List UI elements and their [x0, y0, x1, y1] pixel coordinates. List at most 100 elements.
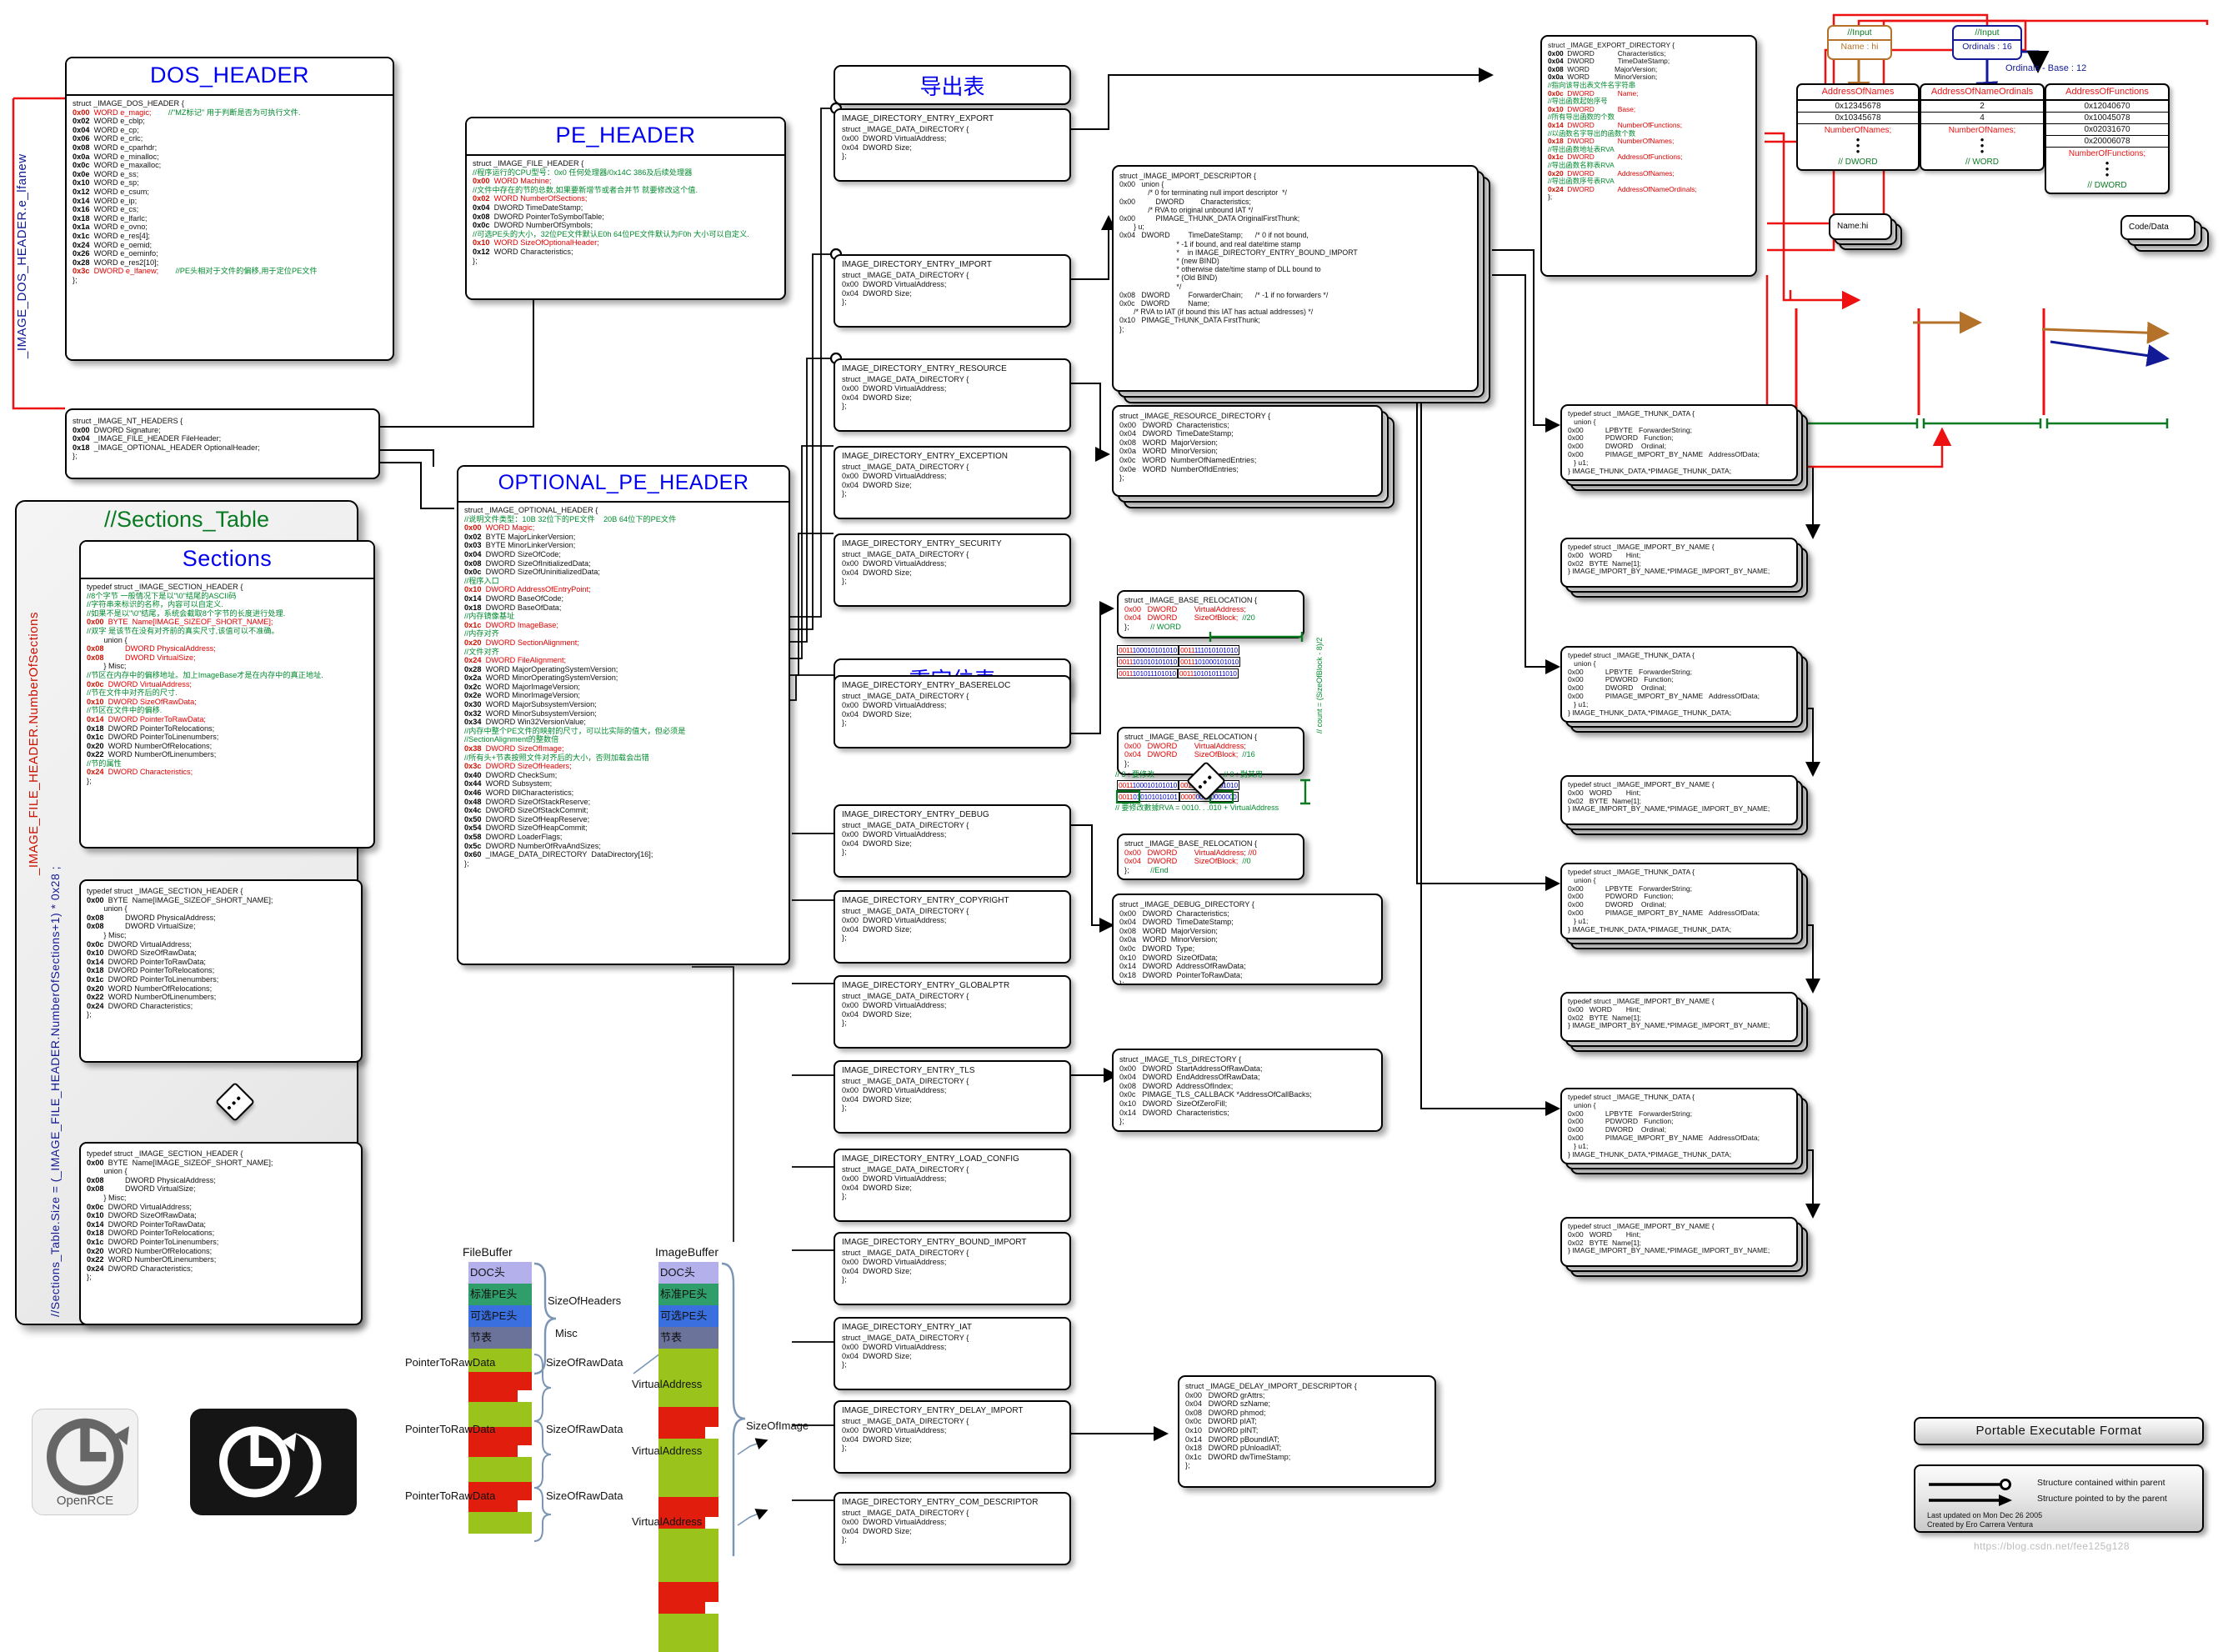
- struct-text: 0x0e WORD NumberOfIdEntries;: [1119, 465, 1376, 474]
- struct-text: 0x0c PIMAGE_TLS_CALLBACK *AddressOfCallB…: [1119, 1090, 1376, 1099]
- struct-text: 0x08 DWORD AddressOfIndex;: [1119, 1082, 1376, 1091]
- struct-text: 0x18 DWORD PointerToRawData;: [1119, 971, 1376, 980]
- export-table-header: AddressOfNames: [1798, 85, 1918, 101]
- struct-decl: typedef struct _IMAGE_THUNK_DATA {: [1568, 869, 1791, 877]
- data-directory-entry: IMAGE_DIRECTORY_ENTRY_TLSstruct _IMAGE_D…: [834, 1060, 1071, 1134]
- struct-text: } IMAGE_THUNK_DATA,*PIMAGE_THUNK_DATA;: [1568, 468, 1791, 476]
- struct-field: 0x00 BYTE Name[IMAGE_SIZEOF_SHORT_NAME];: [87, 1159, 356, 1168]
- delay-import-descriptor-card: struct _IMAGE_DELAY_IMPORT_DESCRIPTOR {0…: [1178, 1375, 1436, 1488]
- data-directory-body: struct _IMAGE_DATA_DIRECTORY { 0x00 DWOR…: [835, 992, 1069, 1031]
- dos-header-title: DOS_HEADER: [67, 58, 393, 96]
- relocation-bits-left: 0011101011101010: [1117, 668, 1178, 678]
- struct-field: 0x48 DWORD SizeOfStackReserve;: [464, 798, 784, 807]
- struct-field: 0x22 WORD NumberOfLinenumbers;: [87, 750, 368, 759]
- struct-comment: //内存镜像基址: [464, 612, 784, 621]
- struct-text: };: [1119, 1117, 1376, 1126]
- data-directory-body: struct _IMAGE_DATA_DIRECTORY { 0x00 DWOR…: [835, 1417, 1069, 1456]
- struct-field: 0x08 DWORD VirtualSize;: [87, 922, 356, 931]
- virtual-address-label-2: VirtualAddress: [632, 1444, 702, 1457]
- struct-field: 0x08 DWORD VirtualSize;: [87, 1184, 356, 1194]
- data-directory-entry: IMAGE_DIRECTORY_ENTRY_DEBUGstruct _IMAGE…: [834, 804, 1071, 878]
- data-directory-name: IMAGE_DIRECTORY_ENTRY_IMPORT: [835, 256, 1069, 271]
- filebuffer-label: FileBuffer: [463, 1245, 513, 1259]
- data-directory-entry: IMAGE_DIRECTORY_ENTRY_BASERELOCstruct _I…: [834, 675, 1071, 748]
- optional-pe-header-card: OPTIONAL_PE_HEADER struct _IMAGE_OPTIONA…: [457, 465, 790, 965]
- struct-comment: //8个字节 一般情况下是以"\0"结尾的ASCII码: [87, 592, 368, 601]
- buffer-raw-segment: [658, 1602, 705, 1614]
- struct-comment: //说明文件类型：10B 32位下的PE文件 20B 64位下的PE文件: [464, 515, 784, 524]
- struct-text: };: [87, 777, 368, 786]
- data-directory-body: struct _IMAGE_DATA_DIRECTORY { 0x00 DWOR…: [835, 1249, 1069, 1288]
- data-directory-body: struct _IMAGE_DATA_DIRECTORY { 0x00 DWOR…: [835, 1165, 1069, 1204]
- struct-text: /* 0 for terminating null import descrip…: [1119, 188, 1472, 197]
- struct-text: } Misc;: [87, 931, 356, 940]
- export-table-header: AddressOfFunctions: [2046, 85, 2168, 101]
- struct-field: 0x00 DWORD VirtualAddress; //0: [1124, 849, 1298, 858]
- size-of-image-label: SizeOfImage: [746, 1419, 809, 1432]
- import-by-name-body: typedef struct _IMAGE_IMPORT_BY_NAME {0x…: [1562, 994, 1796, 1034]
- struct-text: };: [87, 1273, 356, 1282]
- struct-text: 0x18 DWORD pUnloadIAT;: [1185, 1444, 1429, 1453]
- openrce-logo: OpenRCE: [32, 1409, 138, 1515]
- export-table-title-card: 导出表: [834, 65, 1071, 105]
- struct-field: 0x00 DWORD VirtualAddress;: [1124, 742, 1298, 751]
- buffer-raw-segment: [468, 1372, 532, 1390]
- struct-field: 0x03 BYTE MinorLinkerVersion;: [464, 541, 784, 550]
- legend-title-box: Portable Executable Format: [1914, 1417, 2204, 1445]
- struct-comment: //双字 是该节在没有对齐前的真实尺寸,该值可以不准确。: [87, 627, 368, 636]
- struct-field: 0x20 WORD NumberOfRelocations;: [87, 742, 368, 751]
- struct-comment: //文件中存在的节的总数,如果要新增节或者合并节 就要修改这个值.: [473, 186, 779, 195]
- codedata-box-label: Code/Data: [2122, 217, 2194, 232]
- struct-text: 0x04 DWORD EndAddressOfRawData;: [1119, 1073, 1376, 1082]
- sections-main-body: typedef struct _IMAGE_SECTION_HEADER {//…: [81, 579, 373, 790]
- data-directory-entry: IMAGE_DIRECTORY_ENTRY_LOAD_CONFIGstruct …: [834, 1149, 1071, 1222]
- data-directory-entry: IMAGE_DIRECTORY_ENTRY_EXPORTstruct _IMAG…: [834, 108, 1071, 182]
- struct-text: struct _IMAGE_DEBUG_DIRECTORY {: [1119, 900, 1376, 909]
- struct-field: 0x54 DWORD SizeOfHeapCommit;: [464, 823, 784, 833]
- struct-field: 0x0c DWORD NumberOfSymbols;: [473, 221, 779, 230]
- struct-text: 0x10 DWORD pINT;: [1185, 1426, 1429, 1435]
- data-directory-body: struct _IMAGE_DATA_DIRECTORY { 0x00 DWOR…: [835, 1077, 1069, 1116]
- struct-text: };: [73, 276, 388, 285]
- ellipsis-dots: •••: [1921, 135, 2043, 157]
- struct-text: } IMAGE_IMPORT_BY_NAME,*PIMAGE_IMPORT_BY…: [1568, 1022, 1791, 1030]
- relocation-bits-row: 00111010111010100011101010111010: [1117, 668, 1239, 678]
- struct-text: * (Old BIND): [1119, 273, 1472, 282]
- struct-text: 0x00 DWORD Characteristics;: [1119, 909, 1376, 919]
- relocation-bits-left: 0011101010101010: [1117, 657, 1179, 667]
- struct-comment: //节区在文件中的偏移.: [87, 706, 368, 715]
- struct-field: 0x14 DWORD PointerToRawData;: [87, 1220, 356, 1229]
- data-directory-entry: IMAGE_DIRECTORY_ENTRY_EXCEPTIONstruct _I…: [834, 446, 1071, 519]
- struct-field: 0x2c WORD MajorImageVersion;: [464, 683, 784, 692]
- struct-text: 0x00 DWORD Characteristics;: [1119, 198, 1472, 206]
- struct-text: }; // WORD: [1124, 623, 1298, 632]
- struct-field: 0x04 WORD e_cp;: [73, 126, 388, 135]
- sections-count-vlabel: _IMAGE_FILE_HEADER.NumberOfSections: [27, 612, 41, 875]
- input-name-title: //Input: [1829, 27, 1890, 41]
- struct-text: * otherwise date/time stamp of DLL bound…: [1119, 265, 1472, 273]
- struct-text: 0x0c WORD NumberOfNamedEntries;: [1119, 456, 1376, 465]
- struct-text: } u;: [1119, 223, 1472, 231]
- export-table-row: 0x10045078: [2046, 113, 2168, 124]
- struct-text: }; //End: [1124, 866, 1298, 875]
- input-ordinals-title: //Input: [1954, 27, 2020, 41]
- import-descriptor-body: struct _IMAGE_IMPORT_DESCRIPTOR {0x00 un…: [1114, 167, 1477, 338]
- struct-text: 0x04 DWORD szName;: [1185, 1399, 1429, 1409]
- export-table: AddressOfNameOrdinals24NumberOfNames;•••…: [1920, 83, 2045, 171]
- struct-field: 0x00 BYTE Name[IMAGE_SIZEOF_SHORT_NAME];: [87, 896, 356, 905]
- relocation-bits-row: 00111000101010100011111010101010: [1117, 645, 1239, 655]
- struct-field: 0x0a WORD e_minalloc;: [73, 153, 388, 162]
- data-directory-name: IMAGE_DIRECTORY_ENTRY_SECURITY: [835, 535, 1069, 550]
- legend-author: Created by Ero Carrera Ventura: [1927, 1520, 2033, 1529]
- buffer-raw-segment: [468, 1500, 518, 1512]
- struct-field: 0x0c WORD e_maxalloc;: [73, 161, 388, 170]
- dos-header-vlabel: _IMAGE_DOS_HEADER.e_lfanew: [15, 153, 29, 358]
- buffer-pad-segment: [468, 1512, 532, 1534]
- struct-decl: typedef struct _IMAGE_THUNK_DATA {: [1568, 652, 1791, 660]
- struct-comment: //内存中整个PE文件的映射的尺寸，可以比实际的值大，但必须是: [464, 727, 784, 736]
- struct-field: 0x3c DWORD SizeOfHeaders;: [464, 762, 784, 771]
- struct-text: };: [1185, 1461, 1429, 1470]
- buffer-raw-segment: [658, 1582, 718, 1602]
- struct-field: 0x24 DWORD AddressOfNameOrdinals;: [1548, 186, 1750, 194]
- struct-text: 0x10 DWORD SizeOfZeroFill;: [1119, 1099, 1376, 1109]
